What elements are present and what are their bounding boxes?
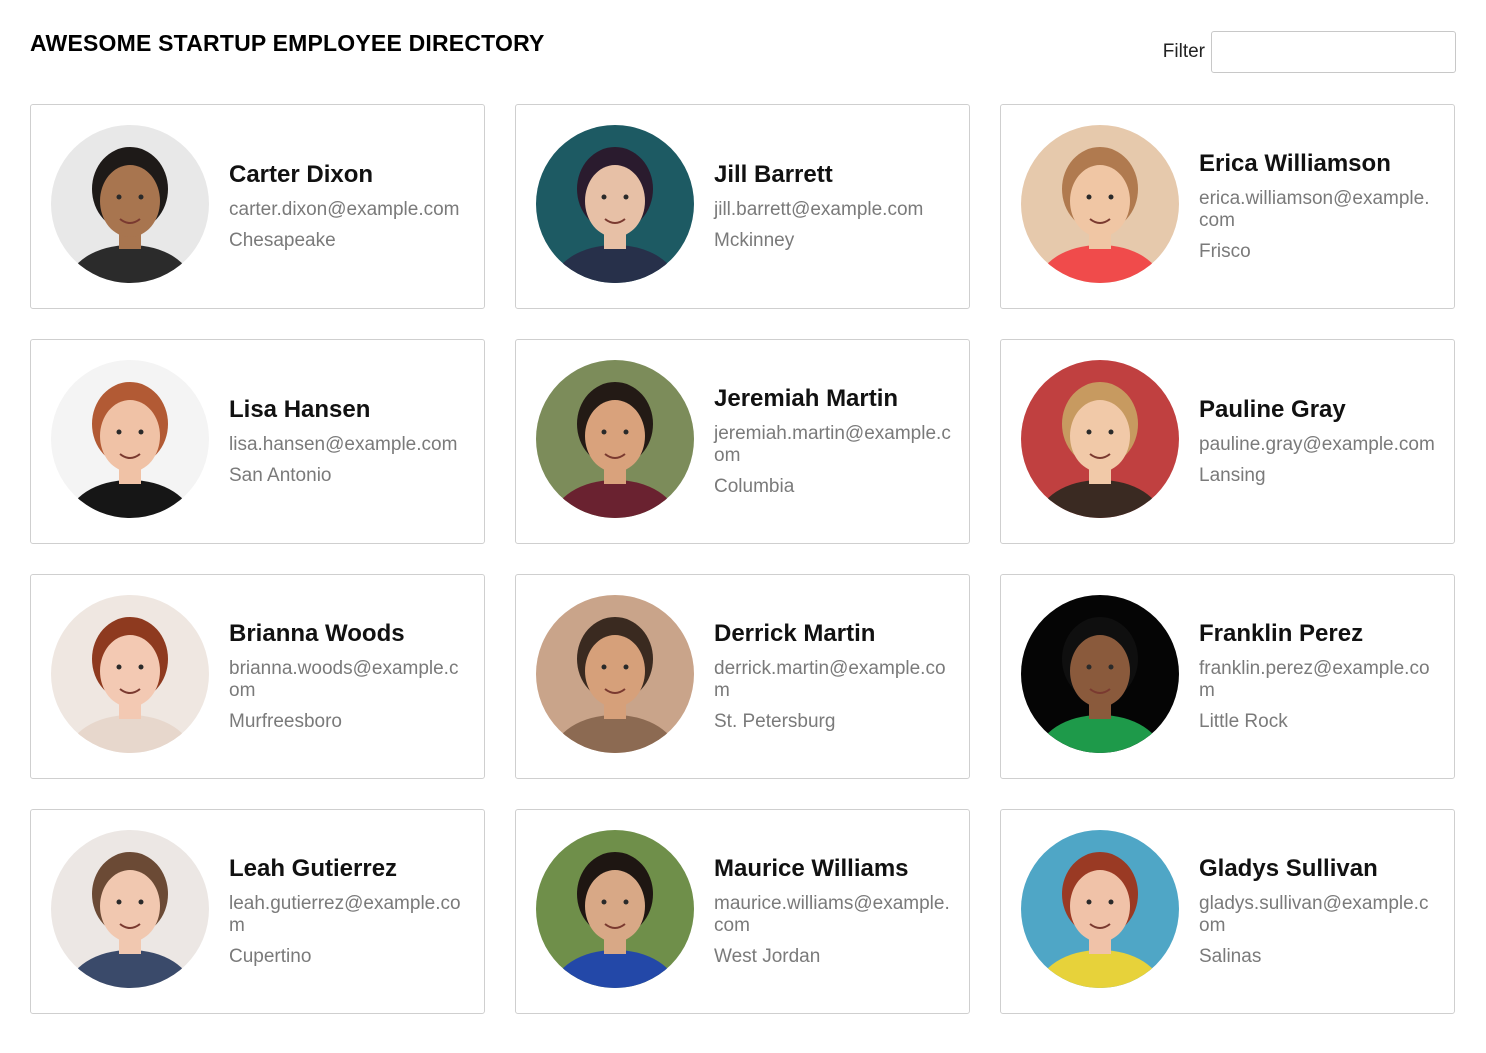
employee-email: erica.williamson@example.com [1199,188,1430,231]
employee-grid: Carter Dixon carter.dixon@example.com Ch… [30,104,1455,1014]
employee-name: Pauline Gray [1199,396,1346,423]
employee-name: Erica Williamson [1199,150,1391,177]
employee-info: Lisa Hansen lisa.hansen@example.com San … [229,340,466,543]
avatar-photo [1021,360,1179,518]
employee-card[interactable]: Leah Gutierrez leah.gutierrez@example.co… [30,809,485,1014]
employee-card[interactable]: Pauline Gray pauline.gray@example.com La… [1000,339,1455,544]
employee-name: Gladys Sullivan [1199,855,1378,882]
employee-info: Carter Dixon carter.dixon@example.com Ch… [229,105,466,308]
employee-card[interactable]: Maurice Williams maurice.williams@exampl… [515,809,970,1014]
avatar-photo [51,830,209,988]
employee-city: Little Rock [1199,711,1288,732]
page-header: AWESOME STARTUP EMPLOYEE DIRECTORY Filte… [30,28,1456,78]
employee-name: Brianna Woods [229,620,405,647]
employee-card[interactable]: Jeremiah Martin jeremiah.martin@example.… [515,339,970,544]
employee-email: derrick.martin@example.com [714,658,946,701]
employee-avatar [51,595,209,753]
employee-avatar [536,360,694,518]
avatar-photo [536,360,694,518]
employee-email: carter.dixon@example.com [229,199,460,220]
employee-card[interactable]: Carter Dixon carter.dixon@example.com Ch… [30,104,485,309]
avatar-photo [51,595,209,753]
employee-info: Erica Williamson erica.williamson@exampl… [1199,105,1436,308]
employee-info: Leah Gutierrez leah.gutierrez@example.co… [229,810,466,1013]
employee-city: Columbia [714,476,795,497]
employee-card[interactable]: Jill Barrett jill.barrett@example.com Mc… [515,104,970,309]
employee-email: jeremiah.martin@example.com [714,423,951,466]
employee-city: Cupertino [229,946,312,967]
employee-name: Franklin Perez [1199,620,1364,647]
employee-city: Salinas [1199,946,1262,967]
employee-city: West Jordan [714,946,821,967]
employee-name: Jeremiah Martin [714,385,899,412]
employee-avatar [536,595,694,753]
employee-avatar [536,125,694,283]
employee-avatar [536,830,694,988]
employee-avatar [51,360,209,518]
employee-card[interactable]: Derrick Martin derrick.martin@example.co… [515,574,970,779]
employee-name: Jill Barrett [714,161,833,188]
employee-email: leah.gutierrez@example.com [229,893,461,936]
employee-info: Maurice Williams maurice.williams@exampl… [714,810,951,1013]
employee-info: Jeremiah Martin jeremiah.martin@example.… [714,340,951,543]
employee-name: Derrick Martin [714,620,876,647]
employee-name: Leah Gutierrez [229,855,398,882]
avatar-photo [51,360,209,518]
employee-name: Maurice Williams [714,855,909,882]
employee-name: Carter Dixon [229,161,374,188]
employee-email: maurice.williams@example.com [714,893,950,936]
employee-card[interactable]: Franklin Perez franklin.perez@example.co… [1000,574,1455,779]
employee-city: Mckinney [714,230,795,251]
employee-card[interactable]: Lisa Hansen lisa.hansen@example.com San … [30,339,485,544]
avatar-photo [1021,125,1179,283]
employee-email: gladys.sullivan@example.com [1199,893,1429,936]
employee-email: lisa.hansen@example.com [229,434,458,455]
avatar-photo [536,595,694,753]
avatar-photo [51,125,209,283]
employee-city: Lansing [1199,465,1266,486]
employee-info: Jill Barrett jill.barrett@example.com Mc… [714,105,951,308]
employee-avatar [1021,830,1179,988]
filter-control: Filter [1163,30,1456,74]
employee-avatar [1021,360,1179,518]
avatar-photo [1021,830,1179,988]
employee-info: Derrick Martin derrick.martin@example.co… [714,575,951,778]
employee-info: Franklin Perez franklin.perez@example.co… [1199,575,1436,778]
avatar-photo [1021,595,1179,753]
employee-card[interactable]: Erica Williamson erica.williamson@exampl… [1000,104,1455,309]
employee-city: Chesapeake [229,230,336,251]
employee-email: jill.barrett@example.com [714,199,924,220]
filter-label: Filter [1162,41,1205,62]
employee-city: Murfreesboro [229,711,342,732]
employee-avatar [1021,125,1179,283]
employee-city: Frisco [1199,241,1251,262]
employee-info: Brianna Woods brianna.woods@example.com … [229,575,466,778]
employee-info: Gladys Sullivan gladys.sullivan@example.… [1199,810,1436,1013]
filter-input[interactable] [1211,31,1456,73]
employee-avatar [51,125,209,283]
employee-email: pauline.gray@example.com [1199,434,1435,455]
employee-city: San Antonio [229,465,332,486]
employee-card[interactable]: Brianna Woods brianna.woods@example.com … [30,574,485,779]
employee-info: Pauline Gray pauline.gray@example.com La… [1199,340,1436,543]
avatar-photo [536,125,694,283]
avatar-photo [536,830,694,988]
employee-name: Lisa Hansen [229,396,371,423]
employee-avatar [51,830,209,988]
employee-email: franklin.perez@example.com [1199,658,1430,701]
employee-city: St. Petersburg [714,711,836,732]
employee-avatar [1021,595,1179,753]
page-title: AWESOME STARTUP EMPLOYEE DIRECTORY [30,30,545,56]
employee-card[interactable]: Gladys Sullivan gladys.sullivan@example.… [1000,809,1455,1014]
employee-email: brianna.woods@example.com [229,658,459,701]
